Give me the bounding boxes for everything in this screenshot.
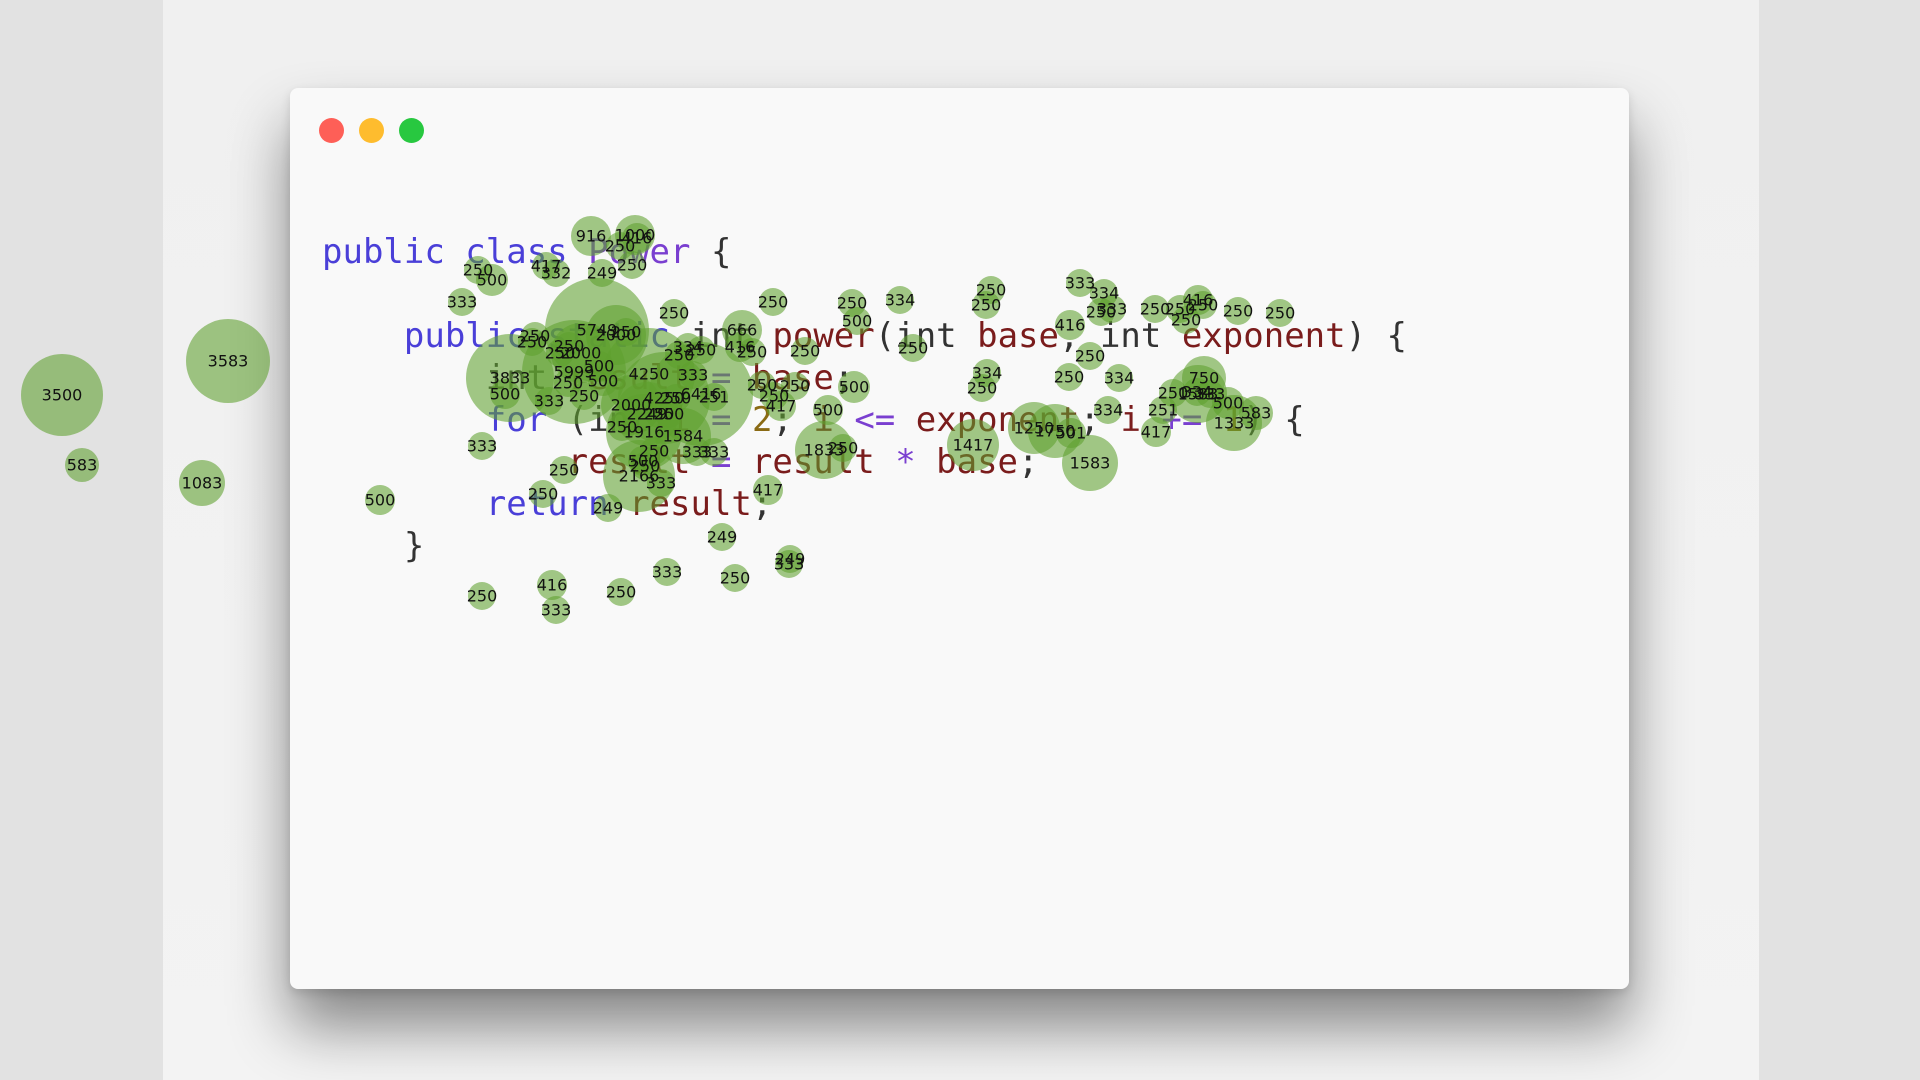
bubble-label: 583 (66, 455, 98, 475)
code-token: public (403, 316, 548, 356)
code-token: , (1059, 316, 1100, 356)
code-token: int (485, 358, 568, 398)
code-token: <= (854, 400, 916, 440)
bubble (65, 448, 99, 482)
code-token: 2 (751, 400, 773, 440)
code-token: ; (772, 400, 814, 440)
code-token: exponent (1181, 316, 1346, 356)
code-token: i (813, 400, 855, 440)
code-token: ; (751, 484, 773, 524)
bubble (21, 354, 103, 436)
code-token: result (567, 442, 711, 482)
code-line: public static int power(int base, int ex… (322, 315, 1407, 357)
bubble-label: 3500 (41, 385, 83, 405)
code-token: i (1120, 400, 1162, 440)
code-token: ; (833, 358, 855, 398)
code-token: base (977, 316, 1059, 356)
code-token: static (547, 316, 691, 356)
close-window-button[interactable] (319, 118, 344, 143)
code-token: ) { (1345, 316, 1408, 356)
code-line: return result; (322, 483, 1407, 525)
code-token: class (465, 232, 589, 272)
code-token: for (485, 400, 568, 440)
code-token: public (322, 232, 466, 272)
code-token: base (751, 358, 834, 398)
code-token: return (485, 484, 630, 524)
code-line: for (int i = 2; i <= exponent; i += 1) { (322, 399, 1407, 441)
code-line: public class Power { (322, 231, 1407, 273)
code-token: int (690, 316, 773, 356)
code-line: } (322, 525, 1407, 567)
code-token: ) { (1243, 400, 1305, 440)
code-token: += (1161, 400, 1223, 440)
code-token: base (936, 442, 1019, 482)
code-token: ; (1018, 442, 1039, 482)
code-token: result (629, 484, 752, 524)
code-token: int (588, 400, 671, 440)
code-line: int result = base; (322, 357, 1407, 399)
code-token: ( (567, 400, 589, 440)
code-token: ; (1079, 400, 1121, 440)
code-token: int (1099, 316, 1182, 356)
code-token: Power (588, 232, 691, 272)
code-token: i (670, 400, 711, 440)
code-token: 1 (1222, 400, 1244, 440)
code-block[interactable]: public class Power { public static int p… (322, 231, 1407, 567)
code-line: result = result * base; (322, 441, 1407, 483)
minimize-window-button[interactable] (359, 118, 384, 143)
code-token: ( (874, 316, 896, 356)
code-token: { (690, 232, 732, 272)
zoom-window-button[interactable] (399, 118, 424, 143)
code-token: int (895, 316, 978, 356)
code-token: result (751, 442, 896, 482)
code-token: } (322, 526, 425, 566)
code-token: * (895, 442, 937, 482)
code-token: = (710, 358, 752, 398)
code-token: exponent (915, 400, 1080, 440)
code-token: = (710, 442, 752, 482)
code-token: = (710, 400, 752, 440)
code-editor-window: public class Power { public static int p… (290, 88, 1629, 989)
code-token: result (567, 358, 711, 398)
code-token: power (772, 316, 875, 356)
